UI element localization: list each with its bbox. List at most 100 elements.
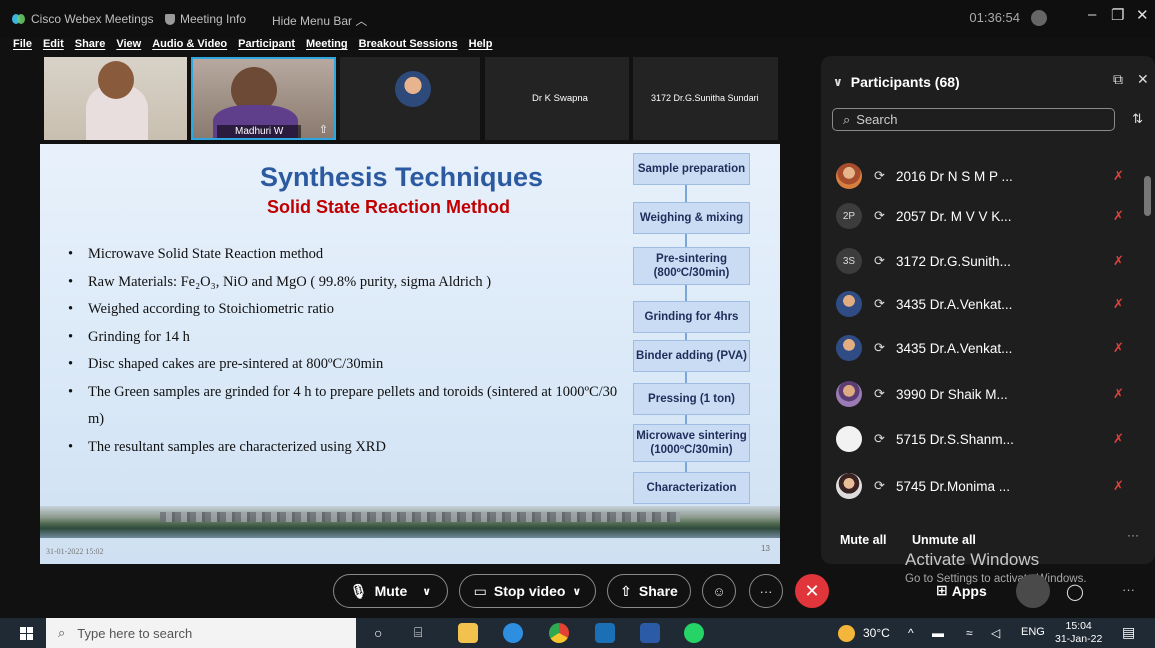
participant-row[interactable]: ⟳ 3435 Dr.A.Venkat... ✗ [821, 328, 1141, 368]
flow-step: Weighing & mixing [633, 202, 750, 234]
participant-row[interactable]: ⟳ 5745 Dr.Monima ... ✗ [821, 466, 1141, 506]
muted-mic-icon[interactable]: ✗ [1113, 340, 1124, 356]
cortana-icon[interactable]: ○ [374, 625, 382, 641]
word-icon[interactable] [640, 623, 660, 643]
muted-mic-icon[interactable]: ✗ [1113, 253, 1124, 269]
reactions-button[interactable]: ☺ [702, 574, 736, 608]
avatar [836, 291, 862, 317]
edge-icon[interactable] [503, 623, 523, 643]
participant-name: 2057 Dr. M V V K... [896, 208, 1012, 224]
participant-name: 3435 Dr.A.Venkat... [896, 296, 1013, 312]
file-explorer-icon[interactable] [458, 623, 478, 643]
participant-scrollbar[interactable] [1144, 136, 1152, 516]
mute-all-button[interactable]: Mute all [840, 533, 887, 547]
video-name-label: 3172 Dr.G.Sunitha Sundari [651, 93, 759, 103]
close-panel-icon[interactable]: ✕ [1137, 71, 1149, 88]
restore-button[interactable]: ❐ [1111, 6, 1124, 24]
more-options-icon[interactable]: ··· [1122, 582, 1135, 597]
participants-toggle-button[interactable] [1016, 574, 1050, 608]
slide-bullet-list: Microwave Solid State Reaction method Ra… [66, 241, 626, 461]
menu-participant[interactable]: Participant [238, 38, 295, 54]
participant-row[interactable]: ⟳ 3990 Dr Shaik M... ✗ [821, 374, 1141, 414]
menu-breakout-sessions[interactable]: Breakout Sessions [359, 38, 458, 54]
notification-icon[interactable]: ▤ [1122, 624, 1135, 641]
taskbar-search-placeholder: Type here to search [77, 625, 193, 641]
end-meeting-button[interactable]: ✕ [795, 574, 829, 608]
muted-mic-icon[interactable]: ✗ [1113, 478, 1124, 494]
menu-help[interactable]: Help [469, 38, 493, 54]
participant-row[interactable]: 2P ⟳ 2057 Dr. M V V K... ✗ [821, 196, 1141, 236]
taskbar-clock[interactable]: 15:04 31-Jan-22 [1055, 620, 1102, 646]
network-icon[interactable]: ▬ [932, 626, 944, 640]
participants-header[interactable]: ∨ Participants (68) [833, 74, 960, 90]
participant-row[interactable]: 3S ⟳ 3172 Dr.G.Sunith... ✗ [821, 241, 1141, 281]
muted-mic-icon[interactable]: ✗ [1113, 168, 1124, 184]
chat-icon[interactable]: ◯ [1066, 582, 1084, 602]
mute-button[interactable]: 🎙 Mute ∨ [333, 574, 448, 608]
menu-view[interactable]: View [116, 38, 141, 54]
meeting-info-button[interactable]: Meeting Info [165, 12, 246, 26]
muted-mic-icon[interactable]: ✗ [1113, 296, 1124, 312]
video-tile-3[interactable] [340, 57, 480, 140]
connection-icon: ⟳ [874, 208, 885, 223]
video-tile-1[interactable] [44, 57, 187, 140]
connection-icon: ⟳ [874, 168, 885, 183]
connection-icon: ⟳ [874, 253, 885, 268]
muted-mic-icon[interactable]: ✗ [1113, 208, 1124, 224]
connection-icon: ⟳ [874, 431, 885, 446]
menu-share[interactable]: Share [75, 38, 106, 54]
wifi-icon[interactable]: ≈ [966, 626, 973, 640]
participant-row[interactable]: ⟳ 2016 Dr N S M P ... ✗ [821, 156, 1141, 196]
bullet-item: Raw Materials: Fe₂O₃, NiO and MgO ( 99.8… [66, 269, 626, 297]
bullet-item: The resultant samples are characterized … [66, 434, 626, 462]
avatar [836, 473, 862, 499]
menu-meeting[interactable]: Meeting [306, 38, 348, 54]
bullet-item: Grinding for 14 h [66, 324, 626, 352]
muted-mic-icon[interactable]: ✗ [1113, 431, 1124, 447]
more-icon: ··· [759, 583, 773, 599]
unmute-all-button[interactable]: Unmute all [912, 533, 976, 547]
taskbar-date: 31-Jan-22 [1055, 633, 1103, 645]
minimize-button[interactable]: – [1088, 6, 1096, 23]
close-button[interactable]: ✕ [1136, 6, 1149, 24]
flow-step: Sample preparation [633, 153, 750, 185]
participant-search-input[interactable]: ⌕ Search [832, 108, 1115, 131]
search-icon: ⌕ [58, 625, 66, 640]
menu-audio-video[interactable]: Audio & Video [152, 38, 227, 54]
sort-icon[interactable]: ⇅ [1132, 111, 1143, 127]
activate-windows-watermark: Activate Windows [905, 550, 1040, 569]
video-tile-4[interactable]: Dr K Swapna [485, 57, 629, 140]
chrome-icon[interactable] [549, 623, 569, 643]
flow-step: Pre-sintering (800ºC/30min) [633, 247, 750, 285]
slide-page-number: 13 [761, 544, 770, 553]
scrollbar-thumb[interactable] [1144, 176, 1151, 216]
share-screen-icon: ⇧ [318, 124, 328, 136]
windows-start-icon[interactable] [20, 627, 33, 640]
weather-temperature[interactable]: 30°C [863, 626, 890, 640]
task-view-icon[interactable]: ⌸ [414, 624, 422, 641]
share-button[interactable]: ⇧ Share [607, 574, 691, 608]
menu-file[interactable]: File [13, 38, 32, 54]
participant-row[interactable]: ⟳ 5715 Dr.S.Shanm... ✗ [821, 419, 1141, 459]
stop-video-button[interactable]: ▭ Stop video ∨ [459, 574, 596, 608]
whatsapp-icon[interactable] [684, 623, 704, 643]
participant-row[interactable]: ⟳ 3435 Dr.A.Venkat... ✗ [821, 284, 1141, 324]
hide-menu-bar-button[interactable]: Hide Menu Bar ︿ [272, 12, 367, 29]
volume-icon[interactable]: ◁ [991, 626, 1000, 640]
menu-edit[interactable]: Edit [43, 38, 64, 54]
apps-button[interactable]: ⊞ Apps [936, 582, 987, 599]
pop-out-icon[interactable]: ⧉ [1113, 71, 1123, 88]
video-tile-active-speaker[interactable]: Madhuri W ⇧ [191, 57, 336, 140]
more-options-icon[interactable]: ··· [1127, 528, 1139, 542]
webex-taskbar-icon[interactable] [595, 623, 615, 643]
video-tile-5[interactable]: 3172 Dr.G.Sunitha Sundari [633, 57, 778, 140]
more-button[interactable]: ··· [749, 574, 783, 608]
participant-name: 3435 Dr.A.Venkat... [896, 340, 1013, 356]
tray-chevron-icon[interactable]: ^ [908, 626, 914, 640]
taskbar-search-box[interactable]: ⌕ Type here to search [46, 618, 356, 648]
input-language[interactable]: ENG [1021, 626, 1045, 638]
signal-icon [1031, 10, 1047, 26]
muted-mic-icon[interactable]: ✗ [1113, 386, 1124, 402]
meeting-info-label: Meeting Info [180, 12, 247, 26]
stop-video-label: Stop video [493, 583, 566, 599]
